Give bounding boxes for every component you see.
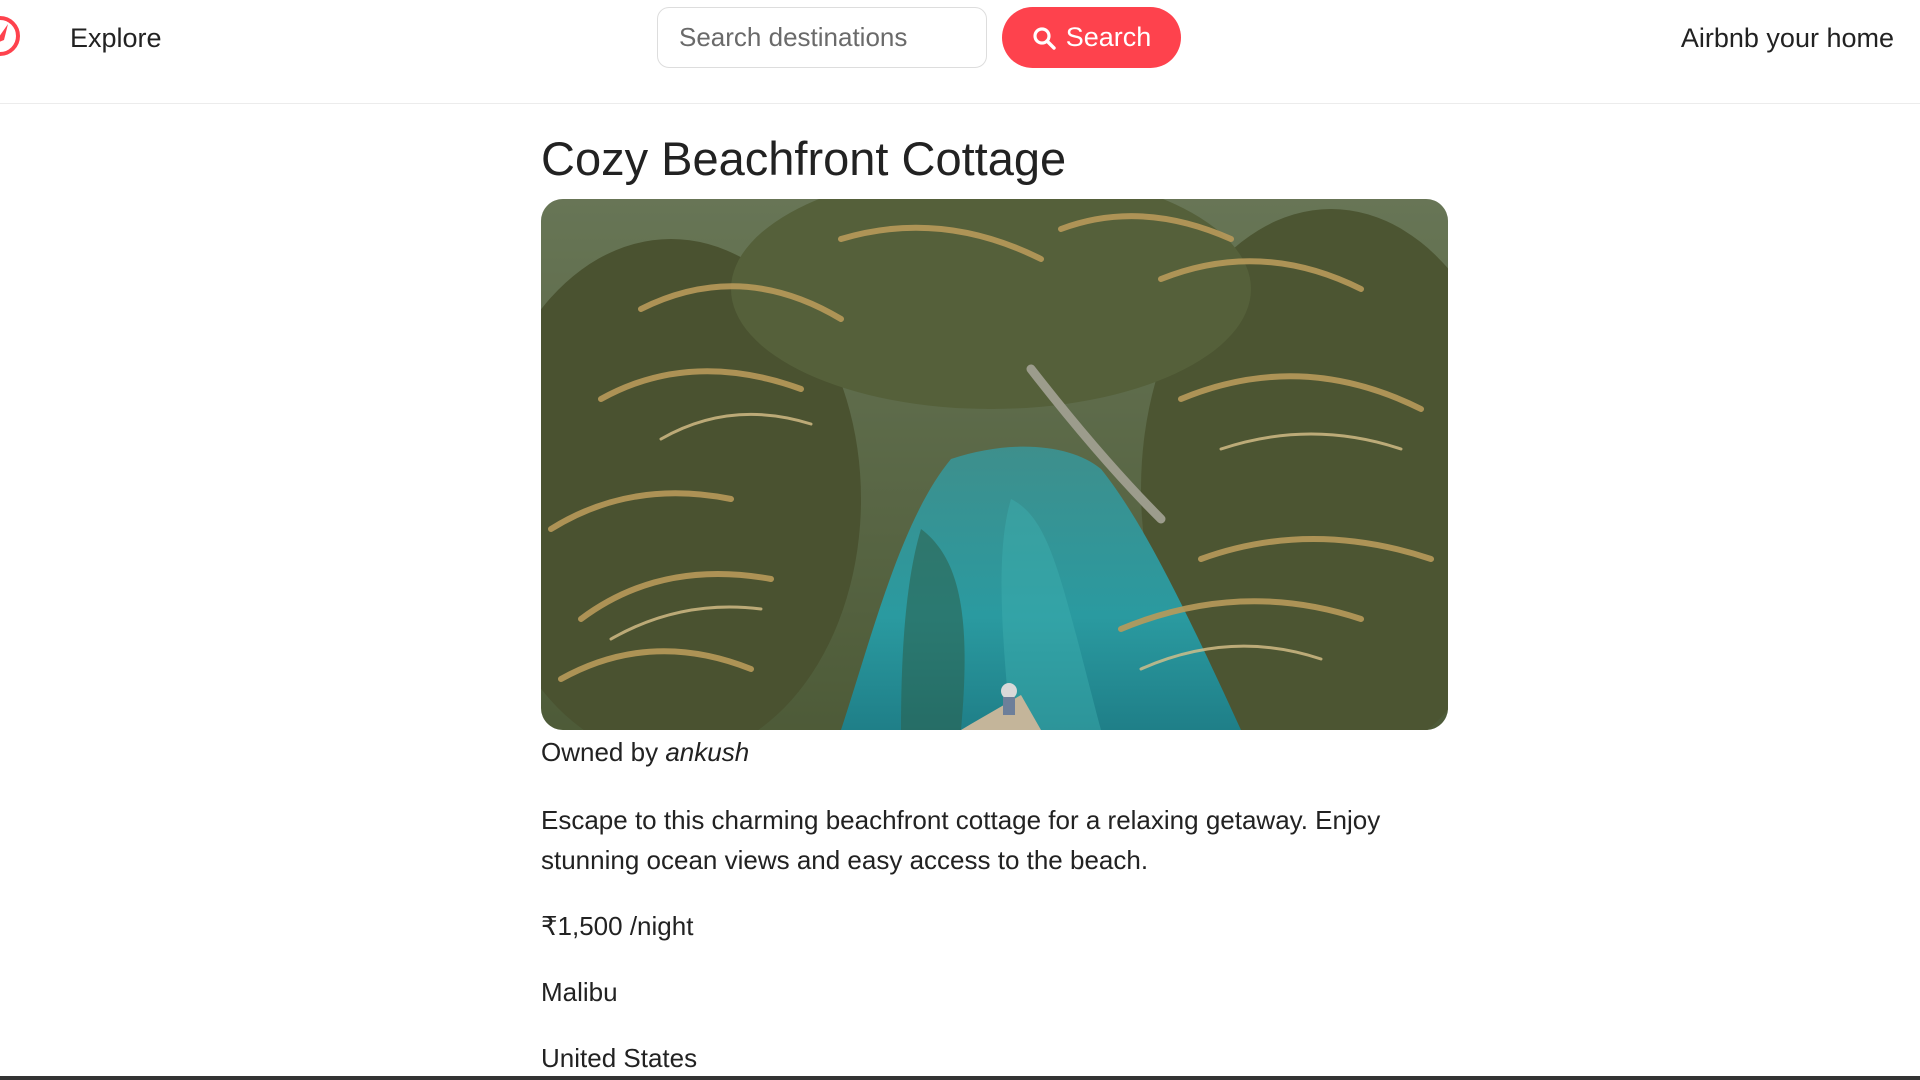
listing-title: Cozy Beachfront Cottage <box>541 132 1067 185</box>
owner-prefix: Owned by <box>541 737 659 767</box>
nav-airbnb-your-home-link[interactable]: Airbnb your home <box>1681 20 1894 56</box>
owner-line: Owned by ankush <box>541 734 1451 770</box>
owner-name: ankush <box>665 737 750 767</box>
search-icon <box>1033 26 1056 50</box>
search-input[interactable] <box>657 7 987 68</box>
navbar: Explore Search Airbnb your home <box>0 0 1920 104</box>
search-button-label: Search <box>1065 22 1152 52</box>
listing-country: United States <box>541 1043 698 1073</box>
listing-location: Malibu <box>541 977 618 1007</box>
listing-description: Escape to this charming beachfront cotta… <box>541 805 1381 875</box>
listing-image <box>541 199 1448 730</box>
compass-icon[interactable] <box>0 14 22 60</box>
listing-price: ₹1,500 /night <box>541 911 694 941</box>
search-button[interactable]: Search <box>1002 7 1181 68</box>
viewport-bottom-border <box>0 1076 1920 1080</box>
nav-explore-link[interactable]: Explore <box>70 20 162 56</box>
listing-details: Cozy Beachfront Cottage Owned by ankush … <box>541 126 1451 1078</box>
